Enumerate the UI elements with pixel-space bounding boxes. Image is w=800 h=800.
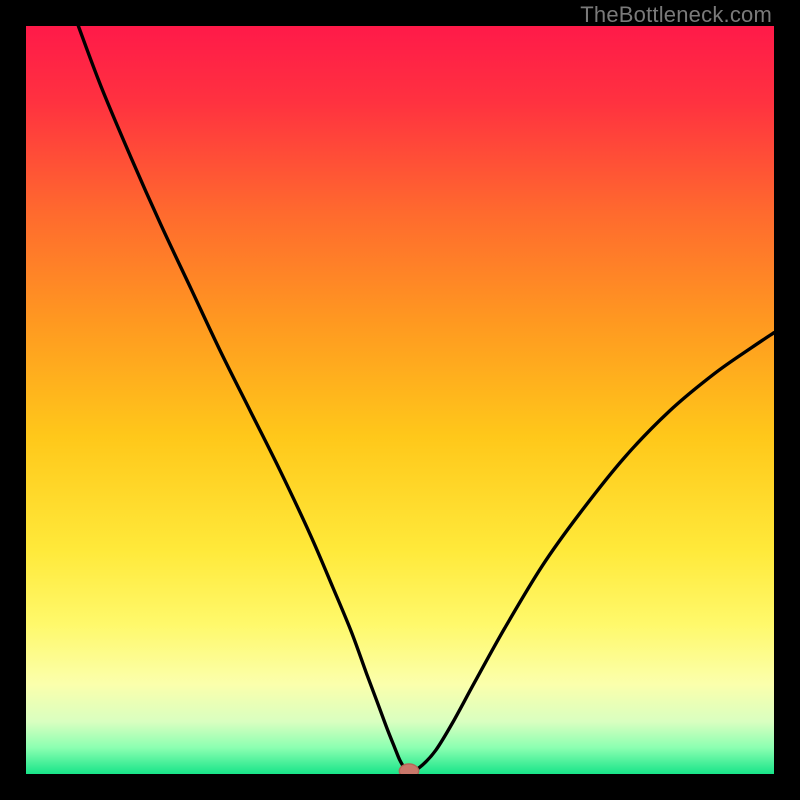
- bottleneck-plot: [26, 26, 774, 774]
- gradient-background: [26, 26, 774, 774]
- watermark-text: TheBottleneck.com: [580, 2, 772, 28]
- optimal-point-marker: [399, 764, 418, 774]
- chart-frame: TheBottleneck.com: [0, 0, 800, 800]
